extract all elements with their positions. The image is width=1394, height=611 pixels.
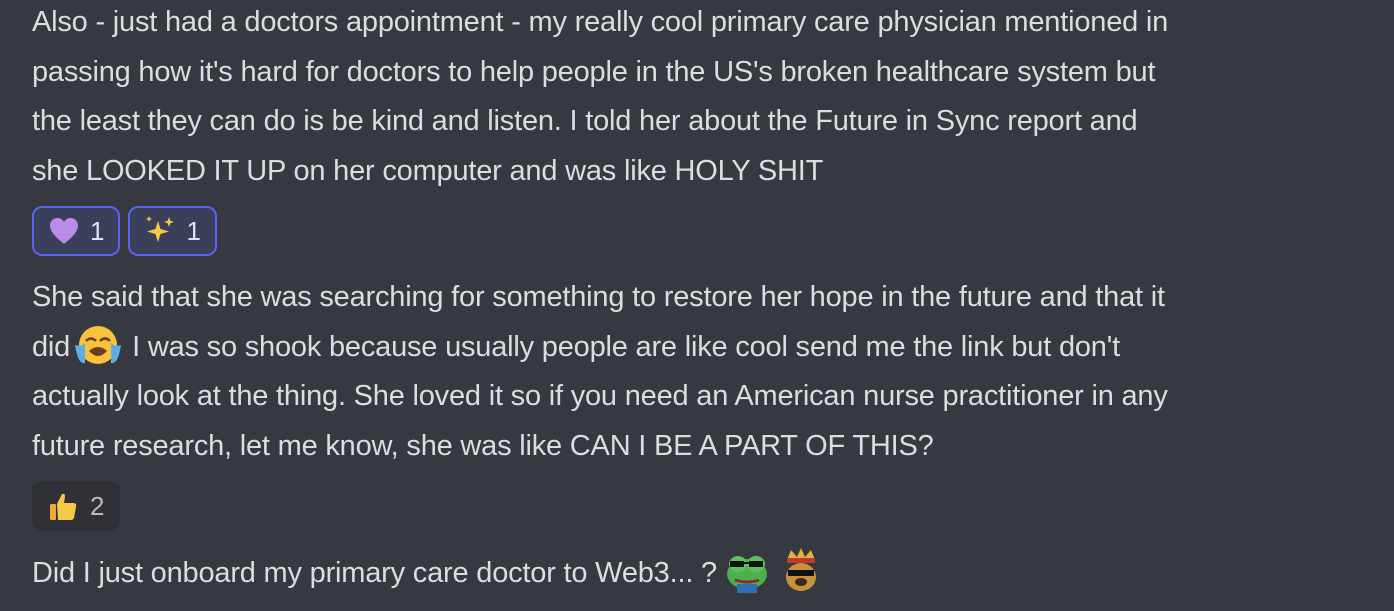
message-line: actually look at the thing. She loved it… — [32, 380, 1168, 412]
message-text: Also - just had a doctors appointment - … — [32, 0, 1382, 196]
reaction-bar: 1 1 — [32, 206, 217, 256]
message-line: Did I just onboard my primary care docto… — [32, 546, 1382, 599]
reaction-count: 1 — [90, 215, 105, 246]
sparkles-icon — [144, 215, 176, 247]
pepe-frog-emoji-icon — [723, 546, 771, 594]
loudly-crying-face-icon — [72, 321, 124, 369]
thumbs-up-icon — [48, 490, 80, 522]
message-line: she LOOKED IT UP on her computer and was… — [32, 154, 824, 187]
message-line: did I was so shook because usually peopl… — [32, 323, 1382, 373]
reaction-purple-heart[interactable]: 1 — [32, 206, 121, 256]
message-feed: Also - just had a doctors appointment - … — [0, 0, 1394, 604]
king-doge-emoji-icon — [777, 546, 825, 594]
message-line: Also - just had a doctors appointment - … — [32, 6, 1169, 38]
message-line: She said that she was searching for some… — [32, 281, 1165, 313]
reaction-bar: 2 — [32, 481, 121, 531]
message-text: Did I just onboard my primary care docto… — [32, 546, 1382, 599]
message-line: the least they can do is be kind and lis… — [32, 105, 1138, 137]
message-fragment: did — [32, 330, 71, 363]
reaction-count: 1 — [186, 215, 201, 246]
message-line: passing how it's hard for doctors to hel… — [32, 55, 1156, 88]
purple-heart-icon — [48, 215, 80, 247]
message-line: future research, let me know, she was li… — [32, 429, 934, 462]
reaction-sparkles[interactable]: 1 — [128, 206, 217, 256]
message-fragment: Did I just onboard my primary care docto… — [32, 557, 717, 589]
message-text: She said that she was searching for some… — [32, 273, 1382, 471]
message-fragment: I was so shook because usually people ar… — [132, 330, 1120, 363]
reaction-thumbs-up[interactable]: 2 — [32, 481, 121, 531]
reaction-count: 2 — [90, 490, 105, 521]
